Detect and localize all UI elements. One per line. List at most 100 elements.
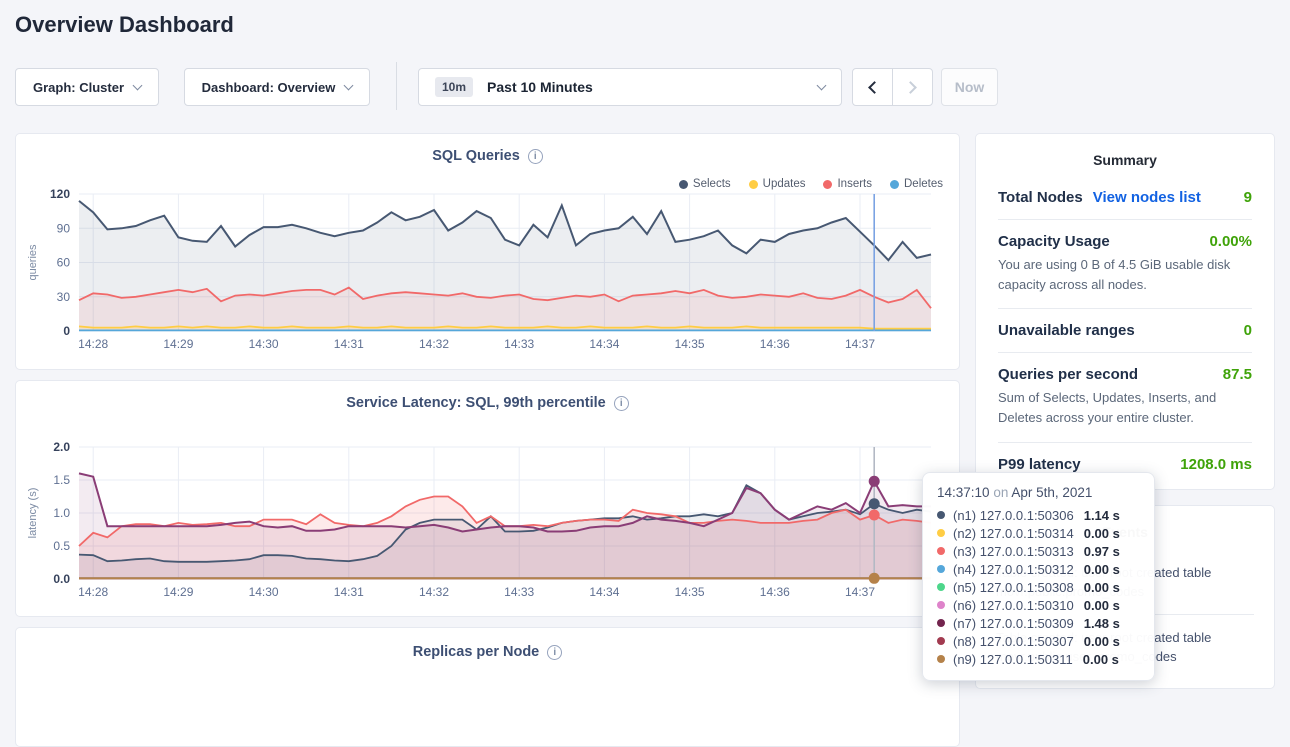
node-dot-icon	[937, 583, 945, 591]
svg-text:14:32: 14:32	[419, 585, 449, 599]
summary-row: Total NodesView nodes list9	[998, 176, 1252, 219]
time-range-badge: 10m	[435, 77, 473, 97]
svg-text:14:32: 14:32	[419, 337, 449, 351]
tooltip-node-value: 0.00 s	[1084, 634, 1120, 649]
node-dot-icon	[937, 619, 945, 627]
tooltip-node-name: (n7) 127.0.0.1:50309	[953, 616, 1074, 631]
time-prev-button[interactable]	[853, 69, 893, 105]
tooltip-node-row: (n2) 127.0.0.1:50314 0.00 s	[937, 524, 1140, 542]
tooltip-node-name: (n5) 127.0.0.1:50308	[953, 580, 1074, 595]
chevron-down-icon	[817, 80, 827, 90]
summary-row-top: Capacity Usage0.00%	[998, 233, 1252, 250]
service-latency-chart[interactable]: 0.00.51.01.52.014:2814:2914:3014:3114:32…	[16, 429, 961, 604]
svg-text:0: 0	[63, 324, 70, 338]
page-title: Overview Dashboard	[15, 12, 234, 38]
tooltip-node-value: 0.00 s	[1084, 526, 1120, 541]
tooltip-node-name: (n8) 127.0.0.1:50307	[953, 634, 1074, 649]
service-latency-card: Service Latency: SQL, 99th percentile i …	[15, 380, 960, 617]
node-dot-icon	[937, 637, 945, 645]
summary-value: 0	[1244, 322, 1252, 339]
svg-text:14:34: 14:34	[589, 585, 619, 599]
summary-value: 87.5	[1223, 366, 1252, 383]
summary-value: 1208.0 ms	[1180, 456, 1252, 473]
summary-row: Capacity Usage0.00% You are using 0 B of …	[998, 219, 1252, 308]
svg-text:14:30: 14:30	[249, 337, 279, 351]
node-dot-icon	[937, 547, 945, 555]
tooltip-node-row: (n3) 127.0.0.1:50313 0.97 s	[937, 542, 1140, 560]
tooltip-node-name: (n9) 127.0.0.1:50311	[953, 652, 1073, 667]
tooltip-node-name: (n4) 127.0.0.1:50312	[953, 562, 1074, 577]
chevron-down-icon	[344, 80, 354, 90]
svg-text:1.0: 1.0	[53, 506, 70, 520]
tooltip-node-row: (n8) 127.0.0.1:50307 0.00 s	[937, 632, 1140, 650]
node-dot-icon	[937, 529, 945, 537]
node-dot-icon	[937, 601, 945, 609]
tooltip-node-name: (n3) 127.0.0.1:50313	[953, 544, 1074, 559]
tooltip-node-value: 1.14 s	[1084, 508, 1120, 523]
time-next-button[interactable]	[893, 69, 933, 105]
tooltip-node-row: (n6) 127.0.0.1:50310 0.00 s	[937, 596, 1140, 614]
time-range-picker[interactable]: 10m Past 10 Minutes	[418, 68, 842, 106]
chevron-right-icon	[904, 81, 917, 94]
time-nav-group	[852, 68, 933, 106]
node-dot-icon	[937, 565, 945, 573]
sql-queries-title: SQL Queries	[432, 148, 520, 164]
node-dot-icon	[937, 655, 945, 663]
svg-text:2.0: 2.0	[53, 440, 70, 454]
svg-text:90: 90	[57, 221, 71, 235]
view-nodes-link[interactable]: View nodes list	[1093, 189, 1201, 206]
tooltip-node-value: 0.97 s	[1084, 544, 1120, 559]
svg-text:14:34: 14:34	[589, 337, 619, 351]
dashboard-dropdown[interactable]: Dashboard: Overview	[184, 68, 370, 106]
svg-text:0.5: 0.5	[53, 539, 70, 553]
chevron-down-icon	[133, 80, 143, 90]
summary-row-top: Queries per second 87.5	[998, 366, 1252, 383]
tooltip-node-name: (n1) 127.0.0.1:50306	[953, 508, 1074, 523]
info-icon[interactable]: i	[547, 645, 562, 660]
svg-text:14:37: 14:37	[845, 337, 875, 351]
summary-row-top: Total NodesView nodes list9	[998, 189, 1252, 206]
svg-text:14:33: 14:33	[504, 337, 534, 351]
time-range-label: Past 10 Minutes	[487, 79, 593, 95]
tooltip-node-value: 0.00 s	[1084, 598, 1120, 613]
graph-dropdown-label: Graph: Cluster	[33, 80, 124, 95]
svg-text:14:28: 14:28	[78, 585, 108, 599]
chart-hover-tooltip: 14:37:10 on Apr 5th, 2021 (n1) 127.0.0.1…	[922, 472, 1155, 681]
node-dot-icon	[937, 511, 945, 519]
tooltip-node-row: (n1) 127.0.0.1:50306 1.14 s	[937, 506, 1140, 524]
svg-text:14:31: 14:31	[334, 585, 364, 599]
info-icon[interactable]: i	[614, 396, 629, 411]
svg-text:14:36: 14:36	[760, 585, 790, 599]
graph-dropdown[interactable]: Graph: Cluster	[15, 68, 159, 106]
svg-text:14:29: 14:29	[163, 585, 193, 599]
svg-text:14:28: 14:28	[78, 337, 108, 351]
now-button[interactable]: Now	[941, 68, 998, 106]
sql-queries-chart[interactable]: 030609012014:2814:2914:3014:3114:3214:33…	[16, 186, 961, 361]
summary-title: Summary	[998, 152, 1252, 168]
chevron-left-icon	[868, 81, 881, 94]
summary-label: Total Nodes	[998, 189, 1083, 206]
svg-text:latency (s): latency (s)	[27, 488, 39, 539]
svg-text:120: 120	[50, 187, 70, 201]
tooltip-node-row: (n5) 127.0.0.1:50308 0.00 s	[937, 578, 1140, 596]
tooltip-node-value: 0.00 s	[1084, 580, 1120, 595]
summary-description: You are using 0 B of 4.5 GiB usable disk…	[998, 255, 1252, 295]
tooltip-node-name: (n6) 127.0.0.1:50310	[953, 598, 1074, 613]
summary-row: Queries per second87.5Sum of Selects, Up…	[998, 352, 1252, 441]
tooltip-node-name: (n2) 127.0.0.1:50314	[953, 526, 1074, 541]
dashboard-dropdown-label: Dashboard: Overview	[202, 80, 336, 95]
replicas-per-node-card: Replicas per Node i	[15, 627, 960, 747]
svg-text:30: 30	[57, 290, 71, 304]
svg-text:14:35: 14:35	[675, 585, 705, 599]
svg-text:queries: queries	[27, 244, 39, 281]
tooltip-node-row: (n7) 127.0.0.1:503091.48 s	[937, 614, 1140, 632]
service-latency-title: Service Latency: SQL, 99th percentile	[346, 395, 606, 411]
tooltip-node-row: (n4) 127.0.0.1:503120.00 s	[937, 560, 1140, 578]
svg-text:14:29: 14:29	[163, 337, 193, 351]
summary-row-top: P99 latency1208.0 ms	[998, 456, 1252, 473]
tooltip-timestamp: 14:37:10 on Apr 5th, 2021	[937, 485, 1140, 500]
svg-text:0.0: 0.0	[53, 572, 70, 586]
summary-label: Queries per second	[998, 366, 1138, 383]
info-icon[interactable]: i	[528, 149, 543, 164]
svg-text:14:36: 14:36	[760, 337, 790, 351]
